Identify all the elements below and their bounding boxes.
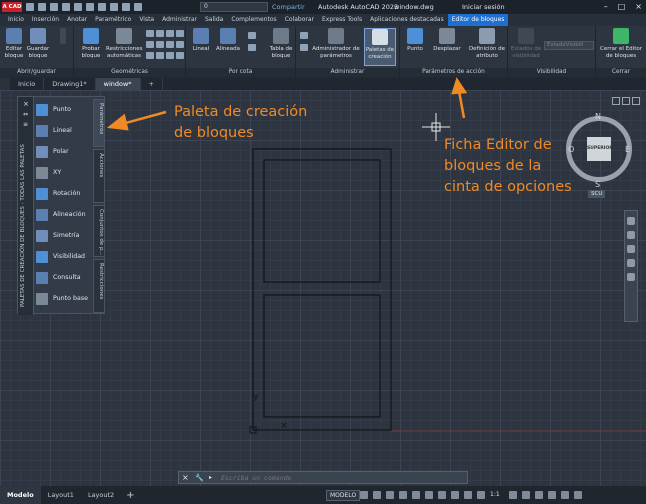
plus-icon[interactable] xyxy=(522,491,530,499)
palette-side-tab-label: Restricciones xyxy=(98,263,104,300)
navigation-bar xyxy=(624,210,638,322)
zoom-icon[interactable] xyxy=(627,245,635,253)
palette-item[interactable]: Simetría xyxy=(36,225,92,246)
isodraft-icon[interactable] xyxy=(412,491,420,499)
layout-tab-2[interactable]: Layout2 xyxy=(81,486,121,504)
palette-item[interactable]: Consulta xyxy=(36,267,92,288)
ucs-x-mark: × xyxy=(280,421,288,431)
pan-icon[interactable] xyxy=(627,231,635,239)
palette-side-tab-label: Parámetros xyxy=(98,103,104,135)
clean-screen-icon[interactable] xyxy=(561,491,569,499)
showmotion-icon[interactable] xyxy=(627,273,635,281)
lookup-param-icon xyxy=(36,271,48,284)
palette-side-tab-label: Acciones xyxy=(98,153,104,178)
palette-item-label: Simetría xyxy=(53,232,80,239)
layout-tab-1[interactable]: Layout1 xyxy=(41,486,81,504)
base-point-icon xyxy=(36,292,48,305)
object-snap-icon[interactable] xyxy=(425,491,433,499)
palette-item[interactable]: Punto xyxy=(36,99,92,120)
palette-title-strip[interactable]: × ⇔ ≡ PALETAS DE CREACIÓN DE BLOQUES - T… xyxy=(18,97,34,315)
cmd-close-icon[interactable]: × xyxy=(182,472,189,484)
palette-item-label: Punto base xyxy=(53,295,89,302)
add-layout-button[interactable]: + xyxy=(121,490,139,501)
palette-side-tab-label: Conjuntos de p... xyxy=(98,209,104,256)
steering-wheel-icon[interactable] xyxy=(627,217,635,225)
rotation-param-icon xyxy=(36,187,48,200)
ortho-icon[interactable] xyxy=(386,491,394,499)
palette-item[interactable]: Rotación xyxy=(36,183,92,204)
palette-item-label: Punto xyxy=(53,106,71,113)
palette-item[interactable]: Lineal xyxy=(36,120,92,141)
cmd-wrench-icon[interactable]: 🔧 xyxy=(195,472,204,484)
viewcube[interactable]: SUPERIOR xyxy=(566,116,632,182)
polar-param-icon xyxy=(36,145,48,158)
block-authoring-palette[interactable]: × ⇔ ≡ PALETAS DE CREACIÓN DE BLOQUES - T… xyxy=(17,96,105,315)
palette-item-label: Visibilidad xyxy=(53,253,86,260)
palette-item-label: Lineal xyxy=(53,127,72,134)
model-space-toggle[interactable]: MODELO xyxy=(326,490,361,501)
compass-west[interactable]: O xyxy=(568,145,574,154)
linear-param-icon xyxy=(36,124,48,137)
palette-item[interactable]: XY xyxy=(36,162,92,183)
palette-side-tab-2[interactable]: Conjuntos de p... xyxy=(93,205,105,257)
gear-icon[interactable] xyxy=(509,491,517,499)
customize-menu-icon[interactable] xyxy=(574,491,582,499)
compass-north[interactable]: N xyxy=(595,112,601,121)
palette-annotation: Paleta de creación de bloques xyxy=(174,104,308,141)
isolate-icon[interactable] xyxy=(535,491,543,499)
status-toggles: 1:1 xyxy=(360,491,582,499)
cmd-prompt-icon[interactable]: ▸ xyxy=(209,472,212,484)
palette-item-label: XY xyxy=(53,169,62,176)
palette-item[interactable]: Punto base xyxy=(36,288,92,309)
xy-param-icon xyxy=(36,166,48,179)
palette-item-label: Polar xyxy=(53,148,69,155)
palette-item-list: Punto Lineal Polar XY Rotación Alineación Sime… xyxy=(36,99,92,309)
ucs-y-label: Y xyxy=(253,394,259,404)
palette-side-tab-0[interactable]: Parámetros xyxy=(93,99,105,147)
palette-item[interactable]: Polar xyxy=(36,141,92,162)
selection-cycle-icon[interactable] xyxy=(464,491,472,499)
lineweight-icon[interactable] xyxy=(438,491,446,499)
palette-item[interactable]: Visibilidad xyxy=(36,246,92,267)
palette-item[interactable]: Alineación xyxy=(36,204,92,225)
snap-icon[interactable] xyxy=(373,491,381,499)
window-frame[interactable] xyxy=(252,148,392,431)
palette-side-tabs: Parámetros Acciones Conjuntos de p... Restr… xyxy=(93,97,105,315)
alignment-param-icon xyxy=(36,208,48,221)
annotation-scale-icon[interactable] xyxy=(477,491,485,499)
compass-east[interactable]: E xyxy=(625,145,630,154)
palette-side-tab-1[interactable]: Acciones xyxy=(93,149,105,203)
polar-icon[interactable] xyxy=(399,491,407,499)
window-pane-upper[interactable] xyxy=(263,159,381,283)
scale-readout[interactable]: 1:1 xyxy=(490,491,504,499)
compass-south[interactable]: S xyxy=(595,180,600,189)
viewcube-face-top[interactable]: SUPERIOR xyxy=(587,137,613,161)
layout-tab-0[interactable]: Modelo xyxy=(0,486,41,504)
visibility-param-icon xyxy=(36,250,48,263)
palette-side-tab-3[interactable]: Restricciones xyxy=(93,259,105,313)
ribbon-annotation: Ficha Editor de bloques de la cinta de o… xyxy=(444,137,572,195)
window-pane-lower[interactable] xyxy=(263,294,381,418)
transparency-icon[interactable] xyxy=(451,491,459,499)
hardware-accel-icon[interactable] xyxy=(548,491,556,499)
ucs-menu[interactable]: SCU xyxy=(588,190,606,198)
command-input[interactable] xyxy=(221,473,461,483)
flip-param-icon xyxy=(36,229,48,242)
palette-title: PALETAS DE CREACIÓN DE BLOQUES - TODAS L… xyxy=(20,144,26,307)
orbit-icon[interactable] xyxy=(627,259,635,267)
command-line: × 🔧 ▸ xyxy=(178,471,468,484)
grid-icon[interactable] xyxy=(360,491,368,499)
palette-item-label: Consulta xyxy=(53,274,81,281)
palette-item-label: Alineación xyxy=(53,211,86,218)
point-param-icon xyxy=(36,103,48,116)
palette-item-label: Rotación xyxy=(53,190,81,197)
